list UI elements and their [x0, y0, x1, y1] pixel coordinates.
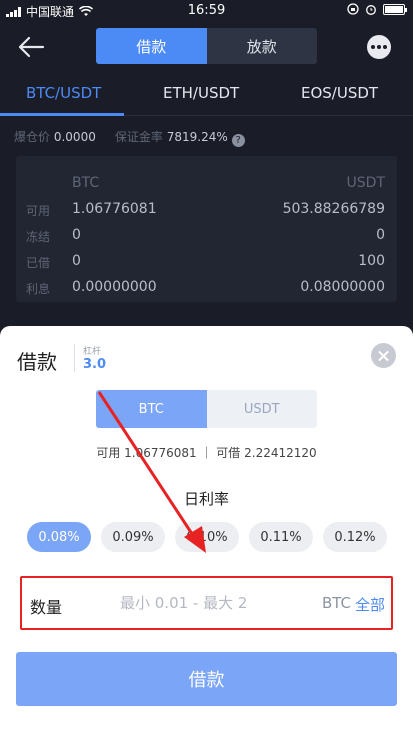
top-nav: 借款 放款: [0, 22, 413, 72]
tab-eos-usdt[interactable]: EOS/USDT: [301, 84, 378, 102]
coin-usdt-button[interactable]: USDT: [206, 390, 317, 428]
balance-row: 已借 0 100: [16, 250, 397, 276]
quantity-unit: BTC: [321, 594, 351, 612]
active-tab-indicator: [0, 113, 124, 116]
alarm-icon: [366, 5, 376, 15]
leverage-badge: 杠杆 3.0: [74, 344, 106, 372]
sheet-title: 借款: [17, 350, 57, 374]
balance-row: 利息 0.00000000 0.08000000: [16, 276, 397, 302]
pair-tabs: BTC/USDT ETH/USDT EOS/USDT: [0, 72, 413, 116]
margin-ratio-label: 保证金率: [114, 130, 163, 144]
leverage-value: 3.0: [83, 357, 107, 372]
available-borrowable: 可用 1.06776081 ｜ 可借 2.22412120: [96, 446, 317, 460]
col-header-btc: BTC: [72, 175, 100, 191]
row-label: 冻结: [26, 230, 51, 244]
help-icon[interactable]: ?: [231, 134, 245, 147]
rate-option[interactable]: 0.11%: [249, 522, 313, 552]
usdt-value: 0.08000000: [300, 279, 385, 295]
borrow-submit-button[interactable]: 借款: [16, 652, 397, 706]
rate-option[interactable]: 0.09%: [101, 522, 165, 552]
coin-switch: BTC USDT: [96, 390, 317, 428]
close-icon[interactable]: [371, 343, 396, 368]
btc-value: 0.00000000: [72, 279, 157, 295]
quantity-label: 数量: [30, 598, 63, 617]
quantity-input[interactable]: [120, 592, 310, 614]
usdt-value: 503.88266789: [282, 201, 385, 217]
liquidation-price-value: 0.0000: [53, 130, 96, 144]
balance-row: 可用 1.06776081 503.88266789: [16, 198, 397, 224]
rate-option[interactable]: 0.10%: [175, 522, 239, 552]
quantity-box-highlight: 数量 BTC 全部: [20, 576, 393, 630]
rate-options: 0.08% 0.09% 0.10% 0.11% 0.12%: [27, 522, 387, 552]
tab-btc-usdt[interactable]: BTC/USDT: [26, 84, 101, 102]
coin-btc-button[interactable]: BTC: [96, 390, 207, 428]
borrow-sheet: 借款 杠杆 3.0 BTC USDT 可用 1.06776081 ｜ 可借 2.…: [0, 326, 413, 736]
margin-ratio-value: 7819.24%: [166, 130, 228, 144]
all-button[interactable]: 全部: [355, 594, 385, 615]
leverage-label: 杠杆: [83, 347, 102, 357]
row-label: 已借: [26, 256, 51, 270]
borrow-lend-switch: 借款 放款: [96, 28, 317, 64]
rate-option[interactable]: 0.12%: [323, 522, 387, 552]
tab-borrow[interactable]: 借款: [96, 28, 207, 64]
rate-option[interactable]: 0.08%: [27, 522, 91, 552]
col-header-usdt: USDT: [346, 175, 385, 191]
balance-row: 冻结 0 0: [16, 224, 397, 250]
liquidation-price-label: 爆仓价: [14, 130, 51, 144]
usdt-value: 0: [376, 227, 385, 243]
risk-info: 爆仓价 0.0000 保证金率 7819.24% ?: [14, 128, 245, 147]
back-arrow-icon[interactable]: [16, 32, 46, 62]
battery-icon: [383, 3, 407, 15]
btc-value: 1.06776081: [72, 201, 157, 217]
tab-eth-usdt[interactable]: ETH/USDT: [163, 84, 239, 102]
balance-card: BTC USDT 可用 1.06776081 503.88266789 冻结 0…: [16, 156, 397, 302]
status-bar: 中国联通 16:59: [0, 0, 413, 22]
tab-lend[interactable]: 放款: [206, 28, 317, 64]
btc-value: 0: [72, 227, 81, 243]
row-label: 利息: [26, 282, 51, 296]
usdt-value: 100: [358, 253, 385, 269]
daily-rate-title: 日利率: [183, 490, 229, 508]
more-icon[interactable]: [367, 35, 391, 59]
orientation-lock-icon: [347, 3, 359, 15]
balance-header: BTC USDT: [16, 172, 397, 198]
btc-value: 0: [72, 253, 81, 269]
row-label: 可用: [26, 204, 51, 218]
